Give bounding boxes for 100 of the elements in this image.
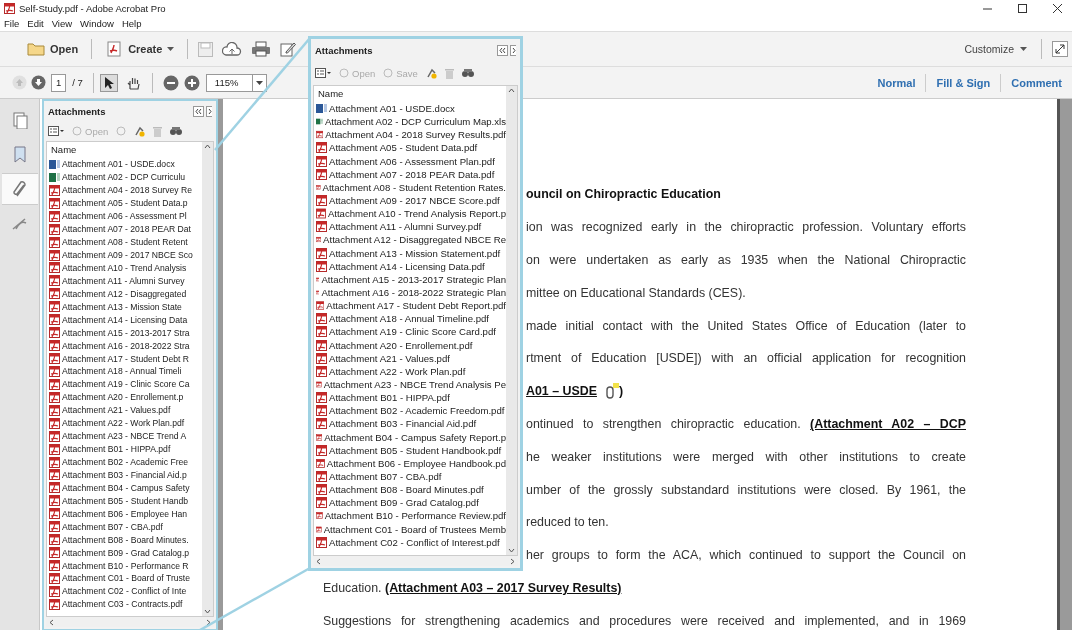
attachment-item[interactable]: Attachment A07 - 2018 PEAR Dat: [47, 222, 202, 236]
attachment-item[interactable]: Attachment B01 - HIPPA.pdf: [314, 391, 506, 405]
attachment-item[interactable]: Attachment B04 - Campus Safety: [47, 481, 202, 495]
attachment-item[interactable]: Attachment B07 - CBA.pdf: [314, 469, 506, 484]
attachment-item[interactable]: Attachment B02 - Academic Freedom.pdf: [314, 404, 506, 418]
attachment-item[interactable]: Attachment A08 - Student Retention Rates.: [314, 180, 506, 194]
customize-button[interactable]: Customize: [960, 41, 1031, 57]
column-header[interactable]: Name: [47, 142, 202, 158]
attachment-item[interactable]: Attachment A23 - NBCE Trend A: [47, 429, 202, 443]
attachment-item[interactable]: Attachment A05 - Student Data.pdf: [314, 141, 506, 155]
attachment-item[interactable]: Attachment A13 - Mission State: [47, 300, 202, 314]
attachment-item[interactable]: Attachment A05 - Student Data.p: [47, 196, 202, 210]
attachment-item[interactable]: Attachment A14 - Licensing Data.pdf: [314, 259, 506, 273]
attachment-item[interactable]: Attachment A12 - Disaggregated NBCE Re: [314, 233, 506, 247]
select-tool-button[interactable]: [99, 73, 118, 92]
expand-panel-icon[interactable]: [206, 105, 212, 117]
sidebar-tab[interactable]: [1, 173, 38, 205]
attachment-item[interactable]: Attachment B08 - Board Minutes.pdf: [314, 483, 506, 497]
attachment-item[interactable]: Attachment C02 - Conflict of Interest.pdf: [314, 535, 506, 549]
attachment-item[interactable]: Attachment A06 - Assessment Pl: [47, 209, 202, 223]
scroll-down-icon[interactable]: [508, 548, 515, 553]
scroll-right-icon[interactable]: [206, 618, 211, 626]
attachment-item[interactable]: Attachment A13 - Mission Statement.pdf: [314, 246, 506, 260]
attachment-item[interactable]: Attachment A20 - Enrollement.pdf: [314, 338, 506, 352]
search-icon[interactable]: [170, 126, 183, 136]
maximize-icon[interactable]: [1018, 3, 1027, 13]
attachment-item[interactable]: Attachment A02 - DCP Curriculum Map.xls: [314, 115, 506, 129]
attachment-item[interactable]: Attachment B04 - Campus Safety Report.p: [314, 430, 506, 444]
collapse-panel-icon[interactable]: [497, 44, 508, 56]
attachment-item[interactable]: Attachment A04 - 2018 Survey Re: [47, 183, 202, 197]
attachment-item[interactable]: Attachment B03 - Financial Aid.pdf: [314, 417, 506, 431]
attachment-item[interactable]: Attachment B06 - Employee Han: [47, 507, 202, 521]
attachment-item[interactable]: Attachment A16 - 2018-2022 Strategic Plan: [314, 285, 506, 300]
attachment-item[interactable]: Attachment B09 - Grad Catalog.p: [47, 546, 202, 560]
attachment-item[interactable]: Attachment C03 - Contracts.pdf: [47, 597, 202, 611]
collapse-panel-icon[interactable]: [193, 105, 204, 117]
menu-item[interactable]: Window: [80, 18, 114, 29]
expand-panel-icon[interactable]: [510, 44, 516, 56]
attachment-item[interactable]: Attachment A10 - Trend Analysis: [47, 261, 202, 275]
zoom-in-icon[interactable]: [183, 74, 200, 91]
mode-tab[interactable]: Normal: [867, 76, 926, 89]
mode-tab[interactable]: Fill & Sign: [926, 76, 1001, 89]
attachment-item[interactable]: Attachment A02 - DCP Curriculu: [47, 170, 202, 184]
attachment-item[interactable]: Attachment B05 - Student Handbook.pdf: [314, 443, 506, 457]
menu-item[interactable]: Edit: [27, 18, 44, 29]
menu-item[interactable]: View: [51, 18, 73, 29]
attachment-item[interactable]: Attachment B02 - Academic Free: [47, 455, 202, 469]
add-attachment-icon[interactable]: [425, 67, 437, 79]
attachment-item[interactable]: Attachment B05 - Student Handb: [47, 494, 202, 508]
scroll-up-icon[interactable]: [508, 88, 515, 93]
attachment-item[interactable]: Attachment A04 - 2018 Survey Results.pdf: [314, 128, 506, 142]
attachment-item[interactable]: Attachment A16 - 2018-2022 Stra: [47, 339, 202, 353]
menu-item[interactable]: File: [4, 18, 20, 29]
attachment-item[interactable]: Attachment A01 - USDE.docx: [314, 102, 506, 116]
options-icon[interactable]: [48, 126, 64, 136]
attachment-item[interactable]: Attachment A15 - 2013-2017 Stra: [47, 326, 202, 340]
cloud-upload-icon[interactable]: [222, 41, 243, 57]
attachment-item[interactable]: Attachment A08 - Student Retent: [47, 235, 202, 249]
attachment-item[interactable]: Attachment C01 - Board of Trustees Memb: [314, 522, 506, 536]
scroll-down-icon[interactable]: [204, 609, 211, 614]
attachment-item[interactable]: Attachment C02 - Conflict of Inte: [47, 584, 202, 598]
attachment-item[interactable]: Attachment A17 - Student Debt R: [47, 352, 202, 365]
attachment-item[interactable]: Attachment C01 - Board of Truste: [47, 572, 202, 585]
attachment-item[interactable]: Attachment B10 - Performance R: [47, 559, 202, 572]
attachment-item[interactable]: Attachment A22 - Work Plan.pdf: [47, 416, 202, 430]
close-icon[interactable]: [1053, 3, 1062, 13]
attachment-item[interactable]: Attachment A14 - Licensing Data: [47, 313, 202, 327]
scroll-left-icon[interactable]: [316, 557, 321, 565]
attachment-item[interactable]: Attachment A23 - NBCE Trend Analysis Pe: [314, 377, 506, 392]
mode-tab[interactable]: Comment: [1001, 76, 1072, 89]
open-button[interactable]: Open: [24, 40, 82, 58]
column-header[interactable]: Name: [314, 86, 506, 102]
attachment-item[interactable]: Attachment A19 - Clinic Score Card.pdf: [314, 325, 506, 339]
attachment-item[interactable]: Attachment A06 - Assessment Plan.pdf: [314, 154, 506, 168]
attachment-item[interactable]: Attachment A09 - 2017 NBCE Score.pdf: [314, 194, 506, 208]
attachment-item[interactable]: Attachment B08 - Board Minutes.: [47, 533, 202, 547]
attachment-item[interactable]: Attachment A10 - Trend Analysis Report.p: [314, 207, 506, 221]
attachment-clip-icon[interactable]: [604, 383, 619, 400]
expand-icon[interactable]: [1052, 41, 1068, 57]
attachment-item[interactable]: Attachment B09 - Grad Catalog.pdf: [314, 496, 506, 510]
attachment-item[interactable]: Attachment A15 - 2013-2017 Strategic Plan: [314, 272, 506, 286]
menu-item[interactable]: Help: [121, 18, 142, 29]
attachment-item[interactable]: Attachment B01 - HIPPA.pdf: [47, 442, 202, 456]
edit-icon[interactable]: [280, 41, 297, 57]
scroll-left-icon[interactable]: [49, 618, 54, 626]
attachment-item[interactable]: Attachment A22 - Work Plan.pdf: [314, 364, 506, 378]
attachment-item[interactable]: Attachment A12 - Disaggregated: [47, 287, 202, 301]
page-number-field[interactable]: 1: [51, 73, 67, 92]
create-button[interactable]: Create: [102, 39, 178, 59]
attachment-item[interactable]: Attachment A21 - Values.pdf: [47, 403, 202, 417]
vertical-scrollbar[interactable]: [506, 86, 517, 555]
scroll-right-icon[interactable]: [510, 557, 515, 565]
add-attachment-icon[interactable]: [134, 125, 146, 137]
zoom-out-icon[interactable]: [162, 74, 179, 91]
vertical-scrollbar[interactable]: [202, 142, 213, 616]
attachment-item[interactable]: Attachment B10 - Performance Review.pdf: [314, 509, 506, 523]
attachment-item[interactable]: Attachment B06 - Employee Handbook.pd: [314, 456, 506, 470]
zoom-field[interactable]: 115%: [205, 73, 268, 92]
attachment-item[interactable]: Attachment A11 - Alumni Survey.pdf: [314, 220, 506, 234]
attachment-item[interactable]: Attachment A07 - 2018 PEAR Data.pdf: [314, 167, 506, 181]
